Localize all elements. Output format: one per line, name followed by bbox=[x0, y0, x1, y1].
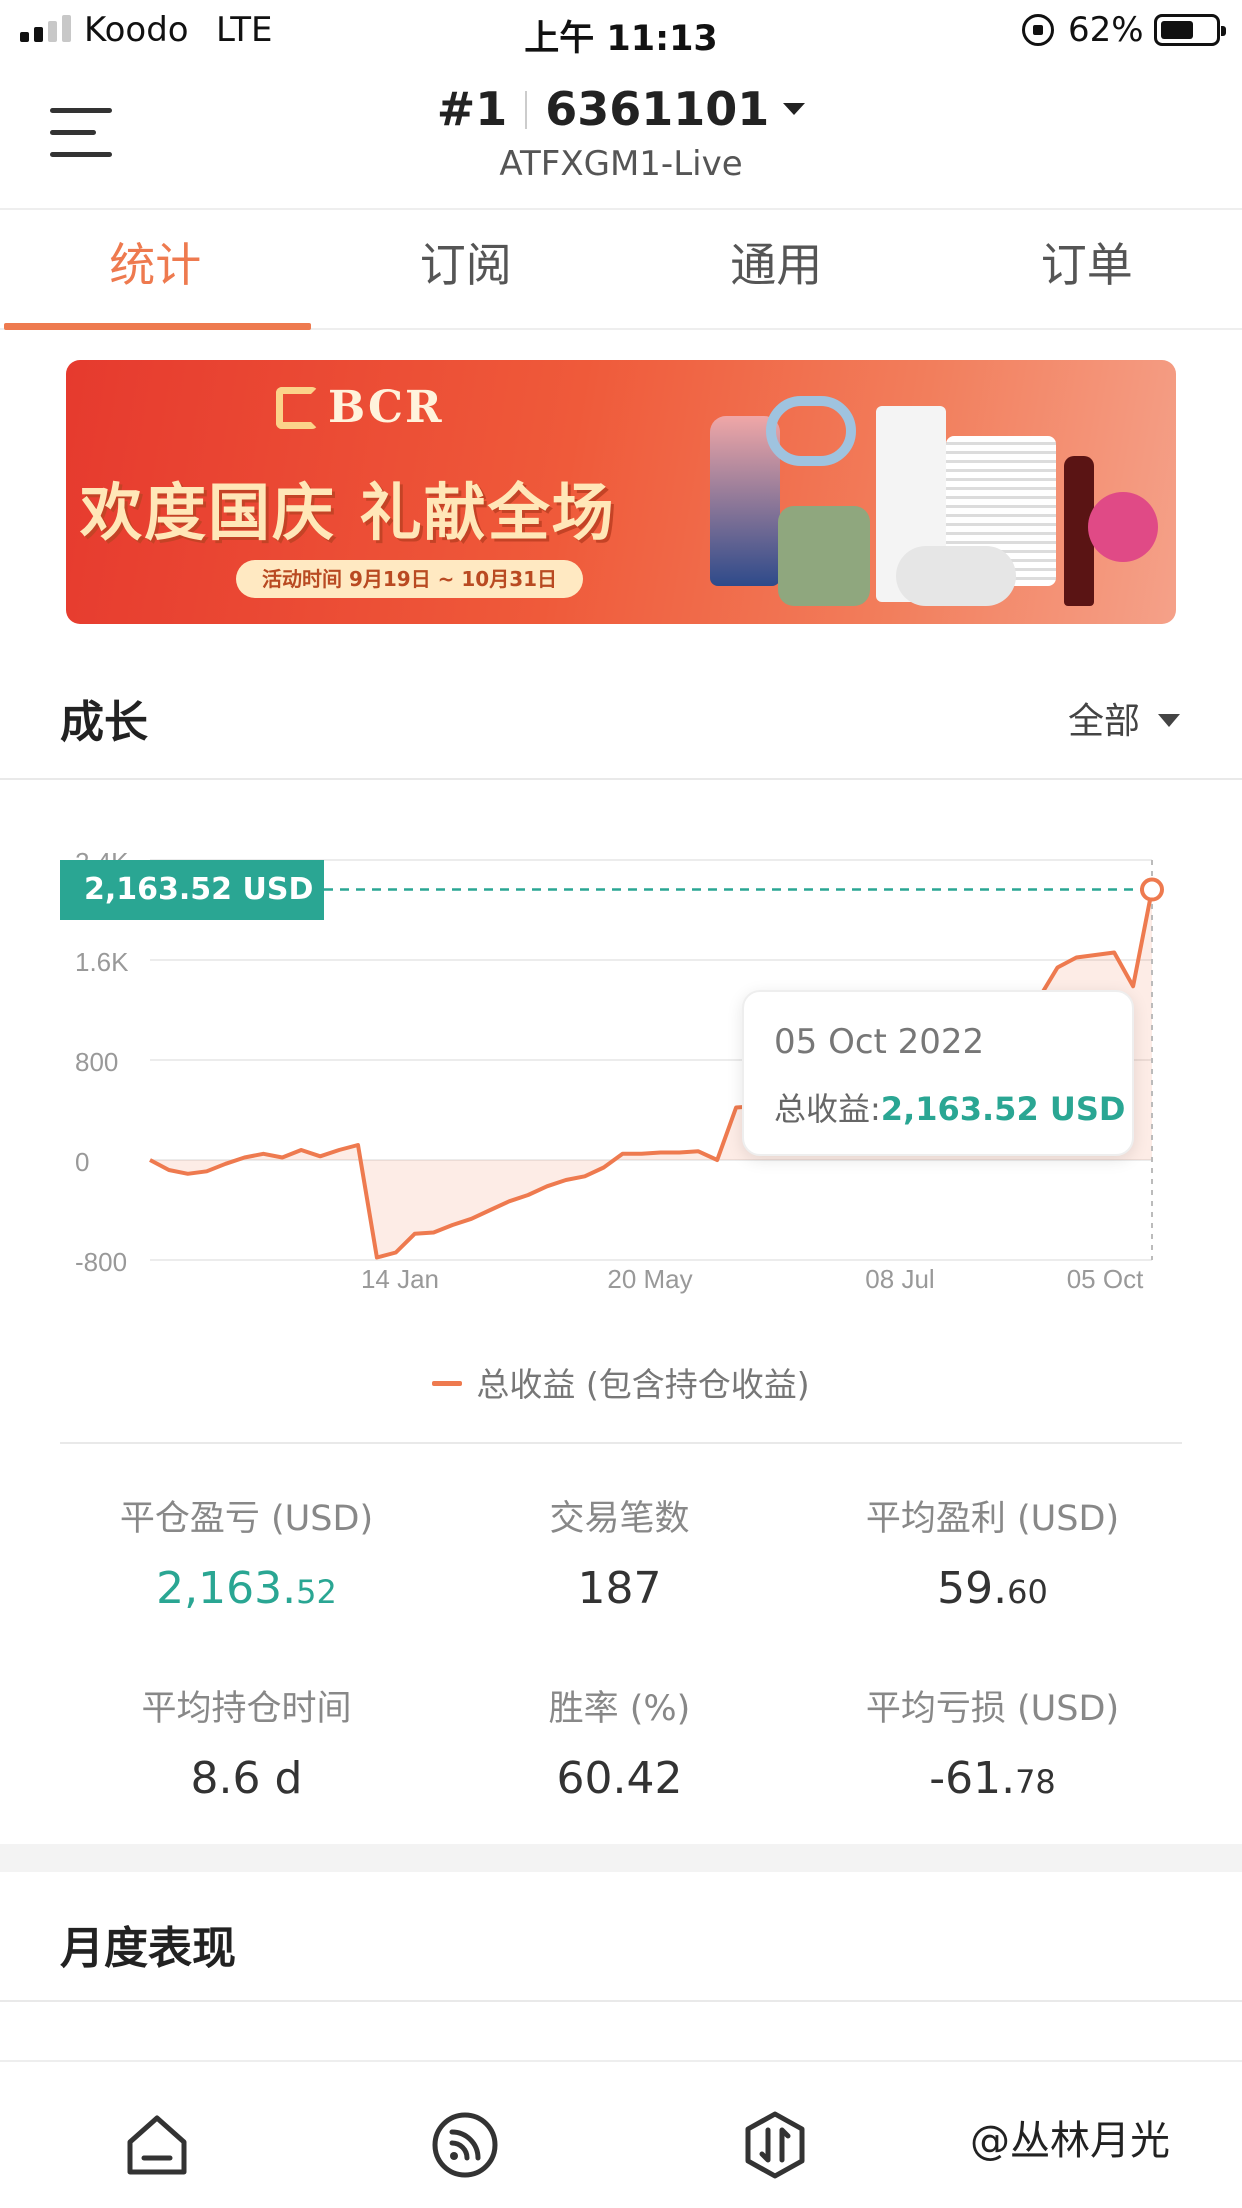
stat-average-profit: 平均盈利 (USD) 59.60 bbox=[806, 1490, 1179, 1614]
stat-value-main: 60.42 bbox=[556, 1753, 683, 1804]
x-tick-label: 08 Jul bbox=[865, 1264, 934, 1294]
clock: 上午 11:13 bbox=[524, 19, 718, 59]
monthly-title: 月度表现 bbox=[60, 1923, 236, 1974]
banner-product-images bbox=[696, 396, 1166, 616]
battery-icon bbox=[1154, 14, 1226, 46]
range-selector-label: 全部 bbox=[1067, 701, 1140, 742]
stat-value-decimals: 60 bbox=[1007, 1573, 1048, 1611]
y-tick-label: -800 bbox=[75, 1247, 127, 1277]
stat-value-decimals: 52 bbox=[296, 1573, 337, 1611]
stat-label: 平均盈利 (USD) bbox=[865, 1499, 1120, 1539]
stat-win-rate: 胜率 (%) 60.42 bbox=[433, 1680, 806, 1804]
tab-statistics[interactable]: 统计 bbox=[0, 210, 311, 330]
stat-value-main: 187 bbox=[577, 1563, 662, 1614]
stat-value-main: 59. bbox=[937, 1563, 1008, 1614]
stat-average-loss: 平均亏损 (USD) -61.78 bbox=[806, 1680, 1179, 1804]
stat-closed-pnl: 平仓盈亏 (USD) 2,163.52 bbox=[60, 1490, 433, 1614]
stat-value-decimals: 78 bbox=[1015, 1763, 1056, 1801]
stat-value: -61.78 bbox=[806, 1753, 1179, 1804]
stat-value: 8.6 d bbox=[60, 1753, 433, 1804]
tab-subscribe[interactable]: 订阅 bbox=[311, 210, 622, 328]
current-point-marker bbox=[1140, 877, 1164, 902]
legend-label: 总收益 (包含持仓收益) bbox=[476, 1365, 810, 1404]
y-tick-label: 0 bbox=[75, 1147, 89, 1177]
stat-value-main: 8.6 d bbox=[190, 1753, 303, 1804]
current-value-badge: 2,163.52 USD bbox=[60, 859, 324, 920]
title-divider bbox=[525, 91, 528, 129]
stat-value: 2,163.52 bbox=[60, 1563, 433, 1614]
tooltip-label: 总收益: bbox=[774, 1090, 881, 1128]
hair-dryer-image bbox=[1088, 492, 1158, 562]
growth-title: 成长 bbox=[60, 697, 148, 748]
stat-value: 60.42 bbox=[433, 1753, 806, 1804]
y-tick-label: 1.6K bbox=[75, 947, 129, 977]
stat-label: 平仓盈亏 (USD) bbox=[119, 1499, 374, 1539]
stat-label: 平均持仓时间 bbox=[141, 1689, 352, 1729]
banner-event-dates: 活动时间 9月19日 ~ 10月31日 bbox=[236, 560, 584, 598]
y-tick-label: 800 bbox=[75, 1047, 118, 1077]
bcr-logo-icon bbox=[276, 386, 318, 429]
tab-general[interactable]: 通用 bbox=[621, 210, 932, 328]
legend-divider bbox=[60, 1442, 1182, 1444]
chevron-down-icon bbox=[783, 103, 806, 115]
toaster-image bbox=[778, 506, 870, 606]
app-header: #1 6361101 ATFXGM1-Live bbox=[0, 62, 1242, 210]
battery-percent: 62% bbox=[1068, 10, 1144, 50]
tab-orders[interactable]: 订单 bbox=[932, 210, 1242, 328]
tab-bar: 统计 订阅 通用 订单 bbox=[0, 210, 1242, 330]
subscription-icon[interactable] bbox=[430, 2110, 500, 2180]
account-prefix: #1 bbox=[436, 82, 508, 136]
status-bar: Koodo LTE 上午 11:13 62% bbox=[0, 0, 1242, 62]
x-tick-label: 14 Jan bbox=[361, 1264, 439, 1294]
growth-chart[interactable]: 2.4K1.6K8000-80014 Jan20 May08 Jul05 Oct… bbox=[0, 830, 1242, 1300]
x-tick-label: 20 May bbox=[607, 1264, 692, 1294]
bottom-nav: @丛林月光 bbox=[0, 2060, 1242, 2208]
stat-trade-count: 交易笔数 187 bbox=[433, 1490, 806, 1614]
account-id: 6361101 bbox=[545, 82, 770, 136]
tooltip-date: 05 Oct 2022 bbox=[774, 1022, 985, 1062]
stat-average-holding-time: 平均持仓时间 8.6 d bbox=[60, 1680, 433, 1804]
legend-swatch bbox=[432, 1381, 463, 1386]
stat-value-main: 2,163. bbox=[156, 1563, 297, 1614]
chart-legend[interactable]: 总收益 (包含持仓收益) bbox=[0, 1358, 1242, 1406]
promo-banner[interactable]: BCR 欢度国庆 礼献全场 活动时间 9月19日 ~ 10月31日 bbox=[66, 360, 1176, 624]
stat-label: 胜率 (%) bbox=[548, 1689, 691, 1729]
monthly-section-header: 月度表现 bbox=[0, 1880, 1242, 2000]
hairdryer-hose-image bbox=[766, 396, 856, 466]
chevron-down-icon bbox=[1158, 714, 1180, 727]
stat-value-main: -61. bbox=[929, 1753, 1016, 1804]
section-divider bbox=[0, 778, 1242, 780]
growth-section-header: 成长 全部 bbox=[0, 656, 1242, 776]
massager-image bbox=[896, 546, 1016, 606]
tooltip-value: 2,163.52 USD bbox=[880, 1090, 1126, 1128]
watermark: @丛林月光 bbox=[970, 2108, 1170, 2166]
account-server: ATFXGM1-Live bbox=[499, 144, 743, 184]
range-selector[interactable]: 全部 bbox=[1068, 692, 1180, 744]
stat-label: 交易笔数 bbox=[549, 1499, 690, 1539]
home-icon[interactable] bbox=[122, 2110, 192, 2180]
stat-value: 187 bbox=[433, 1563, 806, 1614]
x-tick-label: 05 Oct bbox=[1067, 1264, 1144, 1294]
section-separator bbox=[0, 1844, 1242, 1872]
stat-value: 59.60 bbox=[806, 1563, 1179, 1614]
banner-logo: BCR bbox=[276, 382, 444, 433]
section-divider bbox=[0, 2000, 1242, 2002]
banner-slogan: 欢度国庆 礼献全场 bbox=[80, 476, 616, 549]
rotation-lock-icon bbox=[1022, 14, 1054, 46]
banner-brand: BCR bbox=[328, 382, 444, 433]
tooltip-line: 总收益:2,163.52 USD bbox=[774, 1084, 1125, 1130]
chart-tooltip: 05 Oct 2022 总收益:2,163.52 USD bbox=[742, 990, 1134, 1156]
account-selector[interactable]: #1 6361101 bbox=[0, 82, 1242, 136]
stat-label: 平均亏损 (USD) bbox=[865, 1689, 1120, 1729]
watermark-text: @丛林月光 bbox=[970, 2118, 1170, 2164]
trade-icon[interactable] bbox=[740, 2110, 810, 2180]
